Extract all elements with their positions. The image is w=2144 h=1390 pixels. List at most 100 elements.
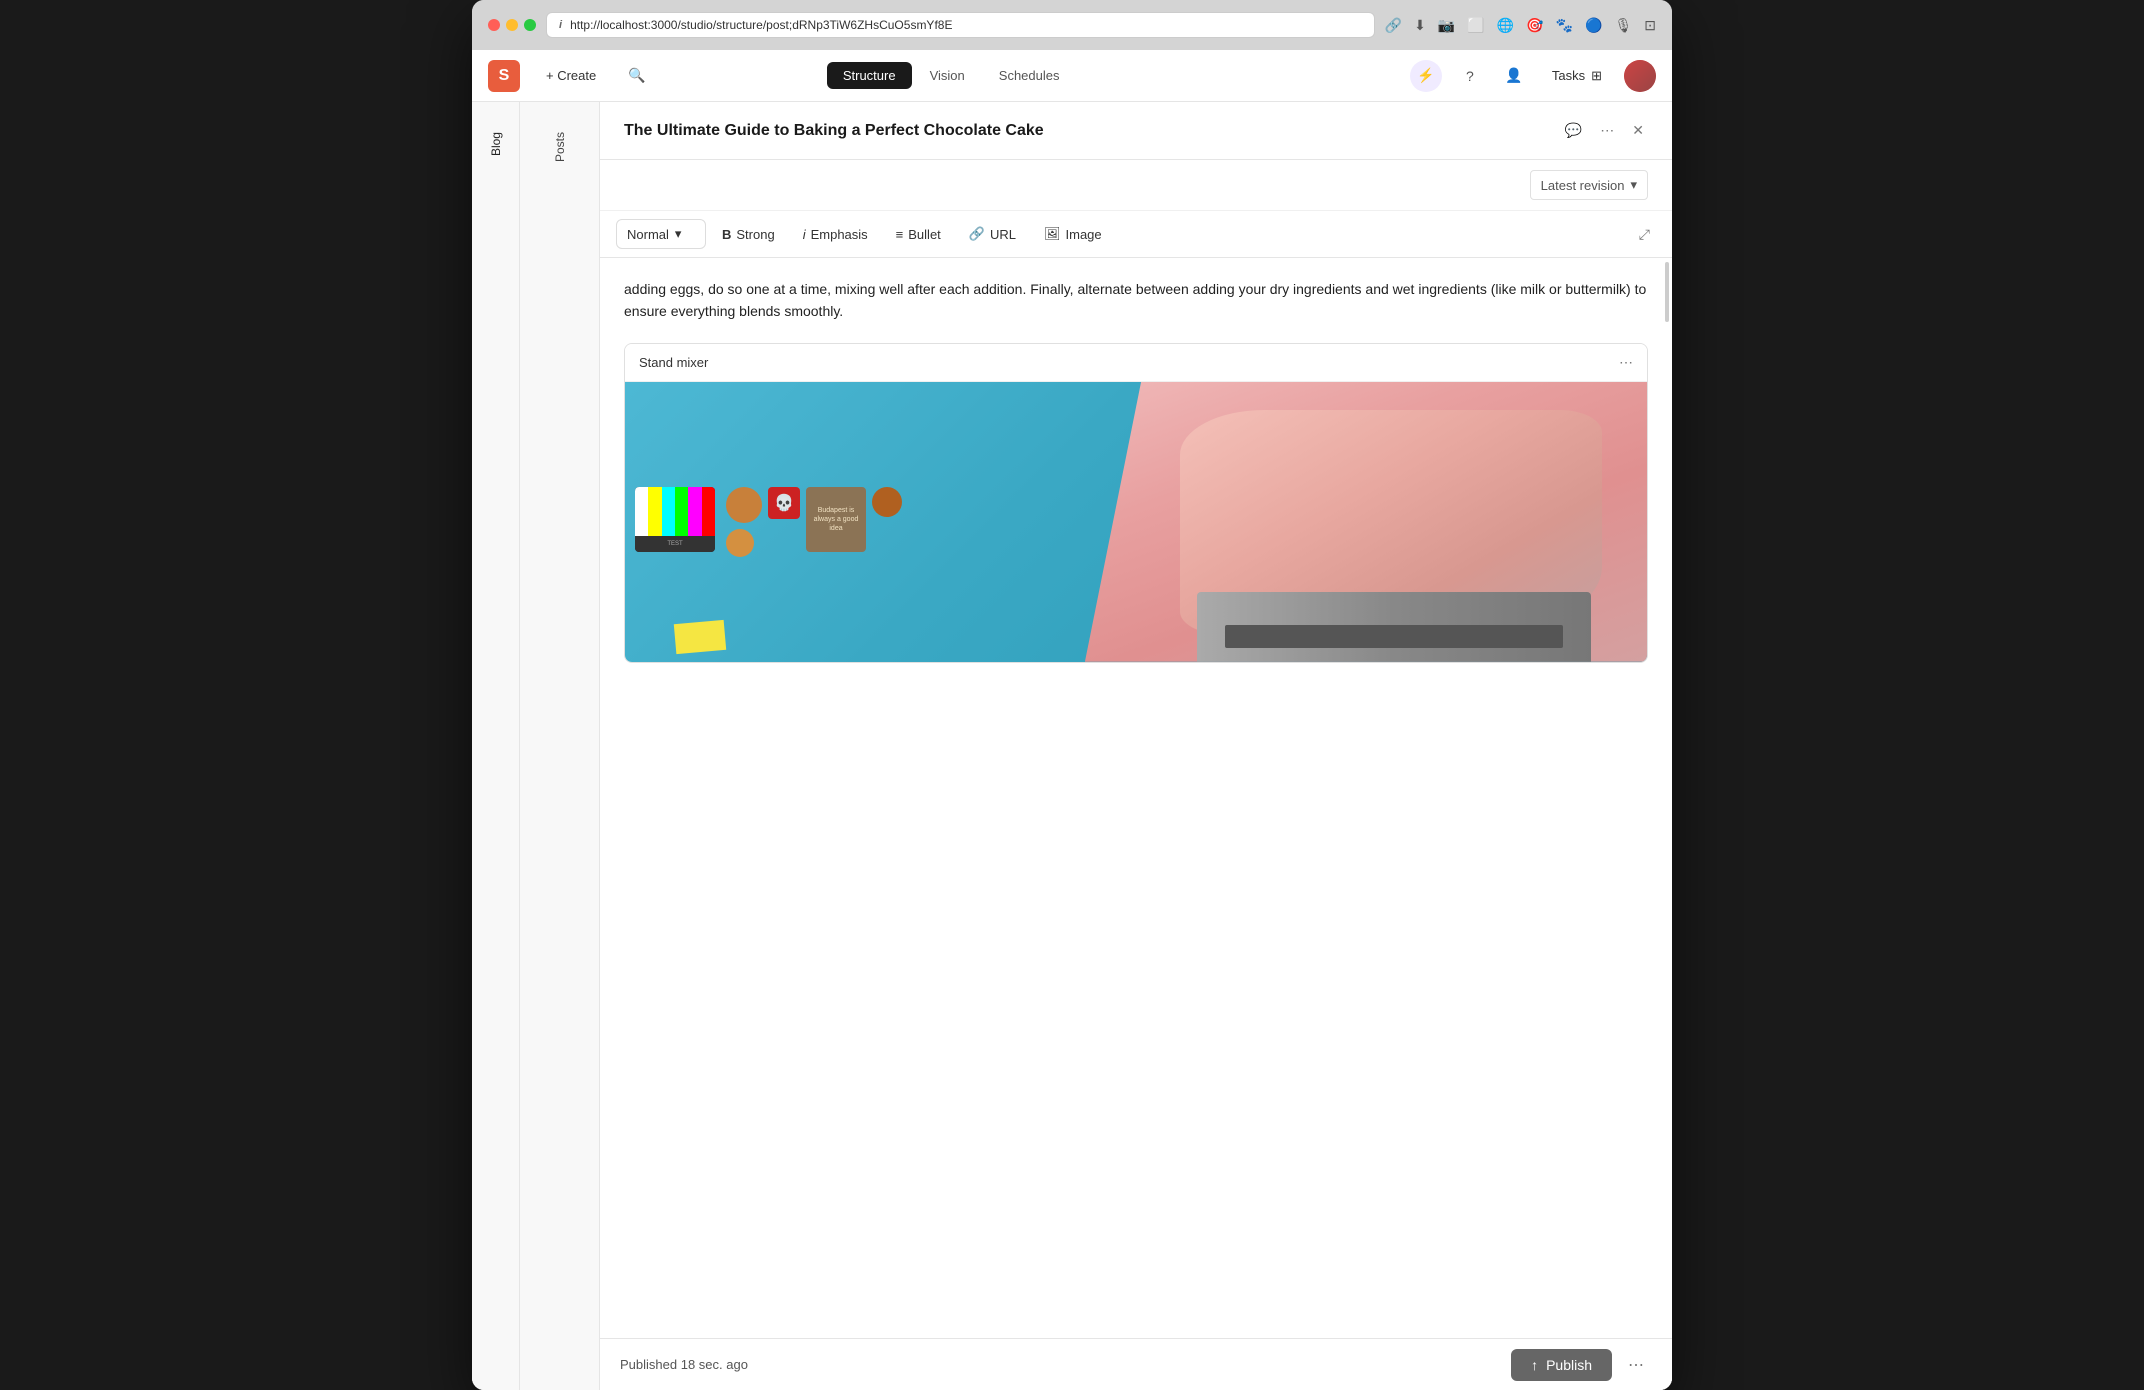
tab-structure[interactable]: Structure	[827, 62, 912, 89]
editor-toolbar: Normal ▾ B Strong i Emphasis ≡ Bullet	[600, 211, 1672, 258]
expand-toolbar-button[interactable]: ⤢	[1633, 220, 1656, 249]
stickers-area: TEST 💀 Budapest is always a	[625, 382, 1116, 662]
download-icon[interactable]: ⬇	[1414, 17, 1426, 34]
sidebar-item-blog[interactable]: Blog	[485, 122, 507, 166]
camera-icon[interactable]: 📷	[1438, 17, 1455, 34]
tram-sticker: Budapest is always a good idea	[806, 487, 866, 552]
tasks-label: Tasks	[1552, 68, 1585, 83]
emphasis-button[interactable]: i Emphasis	[791, 221, 880, 248]
image-block: Stand mixer ⋯	[624, 343, 1648, 663]
help-button[interactable]: ?	[1454, 60, 1486, 92]
address-bar[interactable]: i http://localhost:3000/studio/structure…	[546, 12, 1375, 38]
bullet-label: Bullet	[908, 227, 941, 242]
create-button[interactable]: + Create	[536, 62, 606, 89]
editor-content[interactable]: adding eggs, do so one at a time, mixing…	[600, 258, 1672, 1338]
revision-bar: Latest revision ▾	[600, 160, 1672, 211]
avatar[interactable]	[1624, 60, 1656, 92]
expand-icon: ⤢	[1639, 226, 1650, 242]
ext3-icon[interactable]: 🎙	[1614, 17, 1632, 34]
footer-more-button[interactable]: ⋯	[1620, 1351, 1652, 1379]
share-icon[interactable]: 🔗	[1385, 17, 1402, 34]
lightning-button[interactable]: ⚡	[1410, 60, 1442, 92]
image-block-header: Stand mixer ⋯	[625, 344, 1647, 382]
posts-panel: Posts	[520, 102, 600, 1390]
url-button[interactable]: 🔗 URL	[957, 220, 1028, 248]
sanity-logo[interactable]: S	[488, 60, 520, 92]
search-button[interactable]: 🔍	[622, 61, 651, 90]
terminal-icon[interactable]: ⬜	[1467, 17, 1484, 34]
more-icon: ⋯	[1600, 122, 1614, 138]
tasks-button[interactable]: Tasks ⊞	[1542, 62, 1612, 90]
strong-button[interactable]: B Strong	[710, 221, 787, 248]
format-select[interactable]: Normal ▾	[616, 219, 706, 249]
format-label: Normal	[627, 227, 669, 242]
circle-magnet-1	[726, 487, 762, 523]
strong-label: Strong	[736, 227, 774, 242]
editor-area: The Ultimate Guide to Baking a Perfect C…	[600, 102, 1672, 1390]
link-icon: 🔗	[969, 226, 985, 242]
url-label: URL	[990, 227, 1016, 242]
globe-icon[interactable]: 🌐	[1497, 17, 1514, 34]
close-icon: ✕	[1632, 122, 1644, 138]
lightning-icon: ⚡	[1417, 67, 1434, 84]
footer-actions: ↑ Publish ⋯	[1511, 1349, 1652, 1381]
more-options-button[interactable]: ⋯	[1596, 118, 1618, 143]
comment-icon: 💬	[1565, 122, 1582, 138]
traffic-lights	[488, 19, 536, 31]
image-icon: 🖼	[1044, 226, 1061, 242]
minimize-window-button[interactable]	[506, 19, 518, 31]
ext1-icon[interactable]: 🐾	[1556, 17, 1573, 34]
chevron-down-icon: ▾	[675, 226, 682, 242]
scrollbar[interactable]	[1664, 258, 1670, 1338]
sidebar-blog: Blog	[472, 102, 520, 1390]
bullet-icon: ≡	[896, 227, 904, 242]
editor-title: The Ultimate Guide to Baking a Perfect C…	[624, 122, 1044, 140]
chevron-down-icon: ▾	[1630, 177, 1637, 193]
comment-button[interactable]: 💬	[1561, 118, 1586, 143]
tv-sticker: TEST	[635, 487, 715, 552]
sticky-note	[674, 620, 726, 654]
collaborate-button[interactable]: 👤	[1498, 60, 1530, 92]
sidebar-toggle-icon[interactable]: ⊡	[1644, 17, 1656, 34]
image-block-menu-button[interactable]: ⋯	[1619, 354, 1633, 371]
create-button-label: + Create	[546, 68, 596, 83]
revision-selector[interactable]: Latest revision ▾	[1530, 170, 1648, 200]
close-window-button[interactable]	[488, 19, 500, 31]
image-block-title: Stand mixer	[639, 355, 708, 370]
avatar-image	[1624, 60, 1656, 92]
target-icon[interactable]: 🎯	[1526, 17, 1543, 34]
bullet-button[interactable]: ≡ Bullet	[884, 221, 953, 248]
published-status: Published 18 sec. ago	[620, 1357, 748, 1372]
info-icon: i	[559, 19, 562, 31]
url-text: http://localhost:3000/studio/structure/p…	[570, 18, 952, 32]
maximize-window-button[interactable]	[524, 19, 536, 31]
publish-button[interactable]: ↑ Publish	[1511, 1349, 1612, 1381]
skull-sticker: 💀	[768, 487, 800, 519]
main-content: Blog Posts The Ultimate Guide to Baking …	[472, 102, 1672, 1390]
image-button[interactable]: 🖼 Image	[1032, 220, 1114, 248]
ext2-icon[interactable]: 🔵	[1585, 17, 1602, 34]
tab-vision[interactable]: Vision	[914, 62, 981, 89]
publish-label: Publish	[1546, 1357, 1592, 1373]
close-editor-button[interactable]: ✕	[1628, 118, 1648, 143]
bold-icon: B	[722, 227, 731, 242]
app-header: S + Create 🔍 Structure Vision Schedules	[472, 50, 1672, 102]
nav-tabs: Structure Vision Schedules	[827, 62, 1076, 89]
user-icon: 👤	[1505, 67, 1522, 84]
more-icon: ⋯	[1628, 1357, 1644, 1374]
italic-icon: i	[803, 227, 806, 242]
mixer-visual	[1085, 382, 1647, 662]
editor-header-actions: 💬 ⋯ ✕	[1561, 118, 1648, 143]
sidebar-item-posts[interactable]: Posts	[549, 122, 571, 172]
grid-icon: ⊞	[1591, 68, 1602, 84]
circle-magnet-2	[726, 529, 754, 557]
browser-window: i http://localhost:3000/studio/structure…	[472, 0, 1672, 1390]
image-label: Image	[1066, 227, 1102, 242]
tab-schedules[interactable]: Schedules	[983, 62, 1076, 89]
image-placeholder: TEST 💀 Budapest is always a	[625, 382, 1647, 662]
browser-toolbar-icons: 🔗 ⬇ 📷 ⬜ 🌐 🎯 🐾 🔵 🎙 ⊡	[1385, 17, 1656, 34]
app-container: S + Create 🔍 Structure Vision Schedules	[472, 50, 1672, 1390]
browser-chrome: i http://localhost:3000/studio/structure…	[472, 0, 1672, 50]
scroll-thumb	[1665, 262, 1669, 322]
more-icon: ⋯	[1619, 354, 1633, 370]
